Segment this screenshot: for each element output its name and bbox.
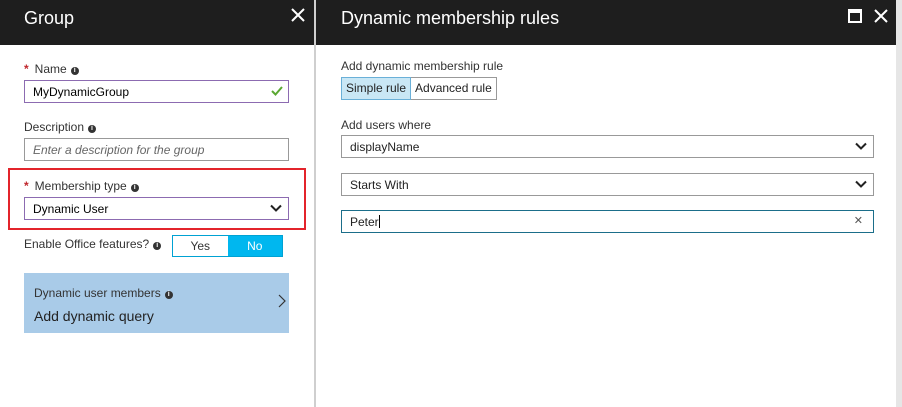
value-input[interactable]: Peter ✕ (341, 210, 874, 233)
office-features-label: Enable Office features? i (24, 237, 162, 251)
add-rule-label: Add dynamic membership rule (341, 59, 504, 73)
office-features-toggle[interactable]: Yes No (172, 235, 283, 257)
group-blade-header: Group (0, 0, 314, 45)
membership-type-highlight (8, 168, 306, 230)
description-placeholder: Enter a description for the group (33, 143, 205, 157)
chevron-down-icon (855, 180, 867, 188)
add-dynamic-query-text: Add dynamic query (34, 308, 154, 324)
required-marker: * (24, 62, 29, 76)
add-users-where-label: Add users where (341, 118, 432, 132)
name-field[interactable]: MyDynamicGroup (24, 80, 289, 103)
dynamic-rules-header: Dynamic membership rules (316, 0, 896, 45)
info-icon[interactable]: i (70, 67, 79, 75)
simple-rule-tab[interactable]: Simple rule (341, 77, 412, 100)
chevron-down-icon (855, 142, 867, 150)
operator-select[interactable]: Starts With (341, 173, 874, 196)
description-label: Description i (24, 120, 97, 134)
dynamic-members-label: Dynamic user members i (34, 286, 173, 300)
advanced-rule-tab[interactable]: Advanced rule (411, 77, 497, 100)
scrollbar[interactable] (896, 0, 902, 407)
dynamic-user-members-card[interactable]: Dynamic user members i Add dynamic query (24, 273, 289, 333)
close-icon[interactable] (290, 7, 306, 23)
dynamic-rules-title: Dynamic membership rules (341, 8, 560, 28)
office-yes-option[interactable]: Yes (173, 236, 228, 256)
clear-icon[interactable]: ✕ (854, 214, 863, 227)
rule-type-tabs: Simple rule Advanced rule (341, 77, 497, 100)
property-value: displayName (350, 140, 420, 154)
operator-value: Starts With (350, 178, 409, 192)
property-select[interactable]: displayName (341, 135, 874, 158)
dynamic-rules-blade: Dynamic membership rules Add dynamic mem… (316, 0, 896, 407)
office-no-option[interactable]: No (227, 236, 282, 256)
chevron-right-icon (278, 294, 286, 308)
description-field[interactable]: Enter a description for the group (24, 138, 289, 161)
info-icon[interactable]: i (88, 125, 97, 133)
value-text: Peter (350, 215, 379, 229)
group-blade-title: Group (24, 8, 75, 28)
info-icon[interactable]: i (153, 242, 162, 250)
name-label: * Name i (24, 62, 79, 76)
close-icon[interactable] (874, 9, 888, 23)
check-icon (271, 86, 283, 96)
info-icon[interactable]: i (164, 291, 173, 299)
group-blade: Group * Name i MyDynamicGroup Description i… (0, 0, 314, 407)
text-caret (378, 215, 380, 228)
maximize-icon[interactable] (848, 9, 862, 23)
name-value: MyDynamicGroup (33, 85, 130, 99)
